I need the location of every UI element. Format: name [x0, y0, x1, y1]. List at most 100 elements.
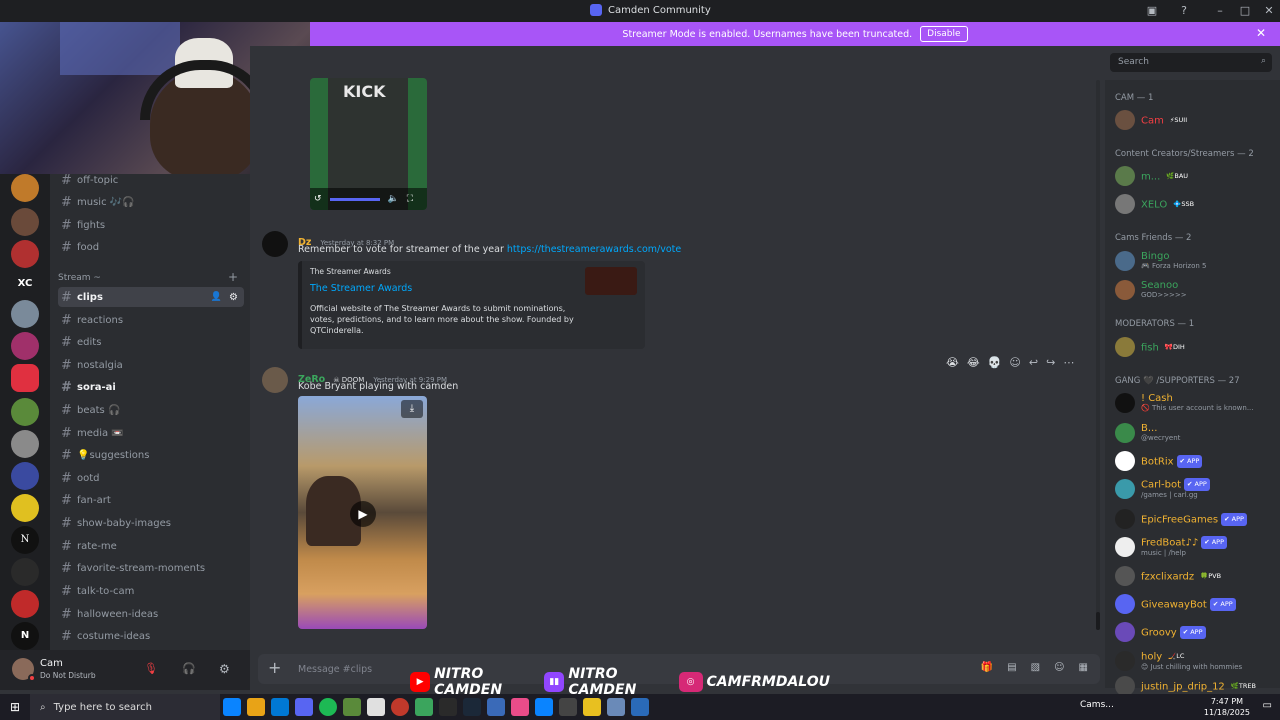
channel-ootd[interactable]: # ootd [58, 468, 244, 488]
gift-icon[interactable]: 🎁 [981, 662, 993, 673]
app-icon[interactable] [535, 698, 553, 716]
avatar[interactable] [262, 367, 288, 393]
system-clock[interactable]: 7:47 PM 11/18/2025 [1204, 696, 1250, 718]
server-icon[interactable] [11, 590, 39, 618]
word-icon[interactable] [631, 698, 649, 716]
member-item[interactable]: ! Cash 🚫 This user account is known... [1115, 390, 1280, 416]
server-icon[interactable] [11, 398, 39, 426]
server-icon[interactable] [11, 240, 39, 268]
explorer-icon[interactable] [247, 698, 265, 716]
sticker-icon[interactable]: ▧ [1031, 662, 1040, 673]
reaction-icon[interactable]: 😭 [946, 356, 959, 369]
category-stream[interactable]: Stream ~ [58, 273, 101, 283]
close-window-icon[interactable]: ✕ [1261, 3, 1277, 19]
replay-icon[interactable]: ↺ [314, 194, 322, 204]
edge-icon[interactable] [223, 698, 241, 716]
volume-icon[interactable]: 🔈 [388, 194, 399, 204]
member-item[interactable]: Bingo 🎮 Forza Horizon 5 [1115, 248, 1280, 274]
app-icon[interactable] [367, 698, 385, 716]
channel-favorite-stream-moments[interactable]: # favorite-stream-moments [58, 558, 244, 578]
app-icon[interactable] [511, 698, 529, 716]
add-attachment-icon[interactable]: + [268, 658, 281, 677]
reply-icon[interactable]: ↩ [1029, 356, 1038, 369]
maximize-icon[interactable]: □ [1237, 3, 1253, 19]
app-icon[interactable] [487, 698, 505, 716]
server-icon[interactable]: N [11, 622, 39, 650]
channel-talk-to-cam[interactable]: # talk-to-cam [58, 581, 244, 601]
taskbar-active-app[interactable]: Cams... [1080, 700, 1114, 710]
embed-title[interactable]: The Streamer Awards [310, 283, 412, 294]
channel-clips[interactable]: # clips 👤 ⚙ [58, 287, 244, 307]
channel-sora-ai[interactable]: # sora-ai [58, 377, 244, 397]
member-item[interactable]: FredBoat♪♪ ✔ APP music | /help [1115, 534, 1280, 560]
server-icon[interactable] [11, 208, 39, 236]
member-item[interactable]: XELO 💠SSB [1115, 191, 1280, 217]
steam-icon[interactable] [463, 698, 481, 716]
member-item[interactable]: GiveawayBot ✔ APP [1115, 591, 1280, 617]
inbox-icon[interactable]: ▣ [1144, 3, 1160, 19]
app-icon[interactable] [439, 698, 457, 716]
help-icon[interactable]: ? [1176, 3, 1192, 19]
forward-icon[interactable]: ↪ [1046, 356, 1055, 369]
reaction-icon[interactable]: 😂 [967, 356, 980, 369]
server-icon[interactable] [11, 332, 39, 360]
message-link[interactable]: https://thestreamerawards.com/vote [507, 244, 681, 255]
discord-icon[interactable] [295, 698, 313, 716]
member-item[interactable]: B... @wecryent [1115, 420, 1280, 446]
channel-halloween-ideas[interactable]: # halloween-ideas [58, 604, 244, 624]
app-icon[interactable] [391, 698, 409, 716]
server-icon[interactable] [11, 364, 39, 392]
server-icon[interactable] [11, 300, 39, 328]
member-item[interactable]: fish 🎀DIH [1115, 334, 1280, 360]
disable-button[interactable]: Disable [920, 26, 968, 42]
channel-off-topic[interactable]: # off-topic [58, 170, 244, 190]
invite-icon[interactable]: 👤 [211, 292, 222, 302]
mail-icon[interactable] [271, 698, 289, 716]
channel-nostalgia[interactable]: # nostalgia [58, 355, 244, 375]
app-icon[interactable] [607, 698, 625, 716]
taskbar-search[interactable]: ⌕ Type here to search [30, 694, 220, 720]
apps-icon[interactable]: ▦ [1079, 662, 1088, 673]
server-icon[interactable] [11, 174, 39, 202]
channel-rate-me[interactable]: # rate-me [58, 536, 244, 556]
member-item[interactable]: Carl-bot ✔ APP/games | carl.gg [1115, 476, 1280, 502]
server-icon[interactable]: N [11, 526, 39, 554]
chat-scrollbar[interactable] [1096, 80, 1100, 630]
fullscreen-icon[interactable]: ⛶ [407, 194, 413, 204]
server-icon[interactable] [11, 430, 39, 458]
channel-reactions[interactable]: # reactions [58, 310, 244, 330]
member-item[interactable]: holy 🏒LC 😊 Just chilling with hommies [1115, 648, 1280, 674]
play-icon[interactable]: ▶ [350, 501, 376, 527]
notification-icon[interactable]: ▭ [1263, 700, 1272, 711]
channel-fights[interactable]: # fights [58, 215, 244, 235]
gif-icon[interactable]: ▤ [1007, 662, 1016, 673]
windows-start-icon[interactable]: ⊞ [0, 700, 30, 714]
minecraft-icon[interactable] [343, 698, 361, 716]
member-item[interactable]: m... 🌿BAU [1115, 163, 1280, 189]
channel-edits[interactable]: # edits [58, 332, 244, 352]
channel-media[interactable]: # media 📼 [58, 423, 244, 443]
emoji-icon[interactable]: ☺ [1054, 662, 1064, 673]
channel-beats[interactable]: # beats 🎧 [58, 400, 244, 420]
member-item[interactable]: Seanoo GOD>>>>> [1115, 277, 1280, 303]
server-icon[interactable]: XC [11, 270, 39, 298]
add-channel-icon[interactable]: + [228, 270, 238, 284]
channel-show-baby-images[interactable]: # show-baby-images [58, 513, 244, 533]
member-item[interactable]: Groovy ✔ APP [1115, 619, 1280, 645]
app-icon[interactable] [583, 698, 601, 716]
channel-fan-art[interactable]: # fan-art [58, 490, 244, 510]
reaction-icon[interactable]: 💀 [988, 356, 1002, 369]
mute-mic-icon[interactable]: 🎙 [144, 662, 158, 675]
scroll-thumb[interactable] [1096, 612, 1100, 630]
progress-bar[interactable] [329, 197, 380, 201]
gear-icon[interactable]: ⚙ [229, 292, 238, 303]
video-attachment[interactable]: KICK ↺ 🔈 ⛶ [310, 78, 427, 210]
member-item[interactable]: EpicFreeGames ✔ APP [1115, 506, 1280, 532]
channel-costume-ideas[interactable]: # costume-ideas [58, 626, 244, 646]
server-icon[interactable] [11, 462, 39, 490]
spotify-icon[interactable] [319, 698, 337, 716]
search-input[interactable]: Search ⌕ [1110, 53, 1272, 72]
download-icon[interactable]: ⤓ [401, 400, 423, 418]
app-icon[interactable] [415, 698, 433, 716]
gear-icon[interactable]: ⚙ [219, 662, 230, 676]
